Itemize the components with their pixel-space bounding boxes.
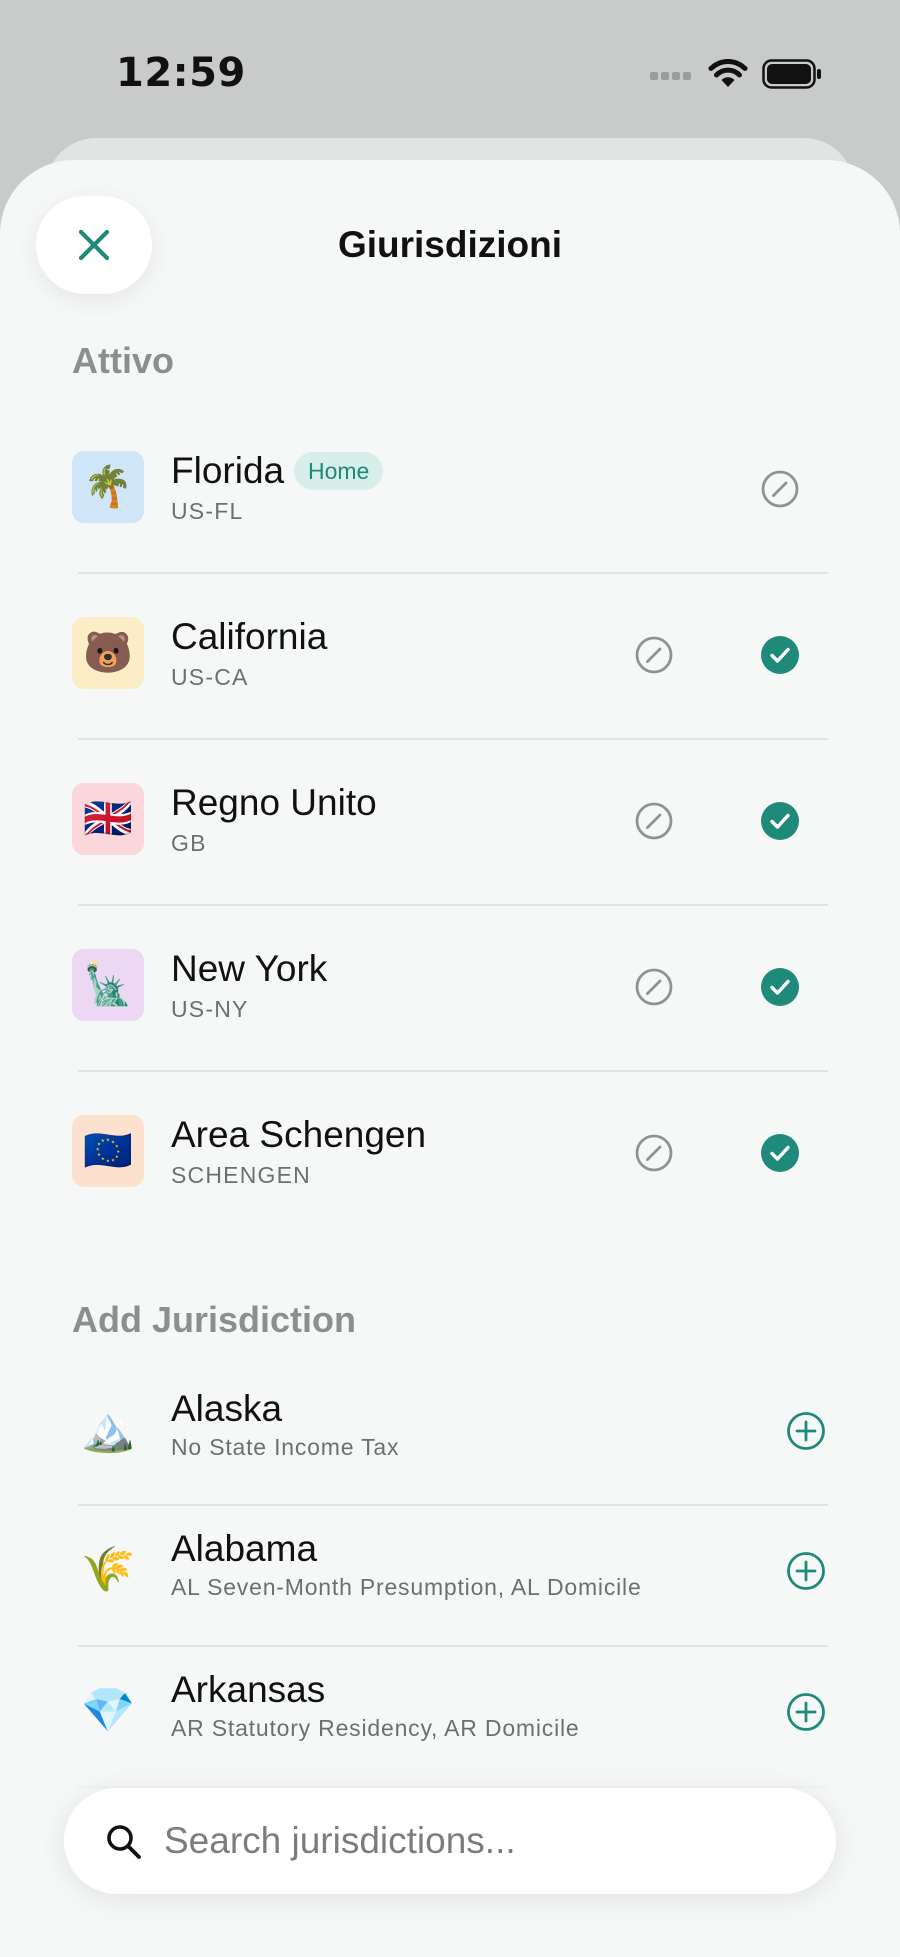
jurisdiction-name: New York [171, 948, 328, 989]
checkmark-circle-icon[interactable] [760, 967, 800, 1007]
jurisdiction-name: Florida [171, 450, 285, 491]
wifi-icon [708, 59, 748, 87]
status-bar: 12:59 [0, 0, 900, 140]
eu-flag-icon: 🇪🇺 [72, 1115, 144, 1187]
jurisdiction-code: US-CA [171, 664, 249, 690]
search-input[interactable] [164, 1811, 804, 1871]
add-row-alaska[interactable]: 🏔️ Alaska No State Income Tax [0, 1360, 900, 1500]
edit-icon[interactable] [760, 469, 800, 509]
jurisdiction-subtitle: AL Seven-Month Presumption, AL Domicile [171, 1574, 642, 1600]
add-circle-icon[interactable] [786, 1411, 826, 1451]
status-time: 12:59 [116, 50, 246, 96]
jurisdiction-name: Regno Unito [171, 782, 377, 823]
statue-of-liberty-icon: 🗽 [72, 949, 144, 1021]
jurisdiction-code: GB [171, 830, 207, 856]
sheet-title: Giurisdizioni [337, 224, 563, 265]
rice-plant-icon: 🌾 [80, 1545, 136, 1594]
search-bar[interactable] [64, 1788, 836, 1894]
jurisdiction-name: Alaska [171, 1388, 283, 1429]
active-row-area-schengen[interactable]: 🇪🇺 Area Schengen SCHENGEN [0, 1072, 900, 1238]
jurisdiction-name: California [171, 616, 328, 657]
add-section-header: Add Jurisdiction [72, 1299, 357, 1340]
add-circle-icon[interactable] [786, 1692, 826, 1732]
jurisdiction-name: Arkansas [171, 1669, 326, 1710]
palm-tree-icon: 🌴 [72, 451, 144, 523]
jurisdictions-sheet: Giurisdizioni Attivo 🌴 Florida Home US-F… [0, 160, 900, 1957]
checkmark-circle-icon[interactable] [760, 635, 800, 675]
mountain-icon: 🏔️ [80, 1405, 136, 1454]
bear-icon: 🐻 [72, 617, 144, 689]
edit-icon[interactable] [634, 635, 674, 675]
jurisdiction-name: Alabama [171, 1528, 318, 1569]
jurisdiction-code: SCHENGEN [171, 1162, 311, 1188]
jurisdiction-subtitle: AR Statutory Residency, AR Domicile [171, 1715, 580, 1741]
jurisdiction-code: US-FL [171, 498, 244, 524]
active-row-florida[interactable]: 🌴 Florida Home US-FL [0, 408, 900, 574]
jurisdiction-code: US-NY [171, 996, 249, 1022]
search-icon [107, 1825, 141, 1859]
edit-icon[interactable] [634, 801, 674, 841]
home-badge: Home [294, 452, 384, 490]
active-row-california[interactable]: 🐻 California US-CA [0, 574, 900, 740]
active-section-header: Attivo [72, 340, 174, 381]
active-row-regno-unito[interactable]: 🇬🇧 Regno Unito GB [0, 740, 900, 906]
add-row-alabama[interactable]: 🌾 Alabama AL Seven-Month Presumption, AL… [0, 1500, 900, 1640]
jurisdiction-name: Area Schengen [171, 1114, 427, 1155]
status-icons [650, 54, 822, 94]
battery-icon [762, 59, 821, 89]
edit-icon[interactable] [634, 967, 674, 1007]
cellular-signal-icon [650, 72, 691, 80]
checkmark-circle-icon[interactable] [760, 1133, 800, 1173]
diamond-icon: 💎 [80, 1686, 136, 1735]
uk-flag-icon: 🇬🇧 [72, 783, 144, 855]
active-row-new-york[interactable]: 🗽 New York US-NY [0, 906, 900, 1072]
jurisdiction-subtitle: No State Income Tax [171, 1434, 400, 1460]
add-circle-icon[interactable] [786, 1551, 826, 1591]
edit-icon[interactable] [634, 1133, 674, 1173]
checkmark-circle-icon[interactable] [760, 801, 800, 841]
